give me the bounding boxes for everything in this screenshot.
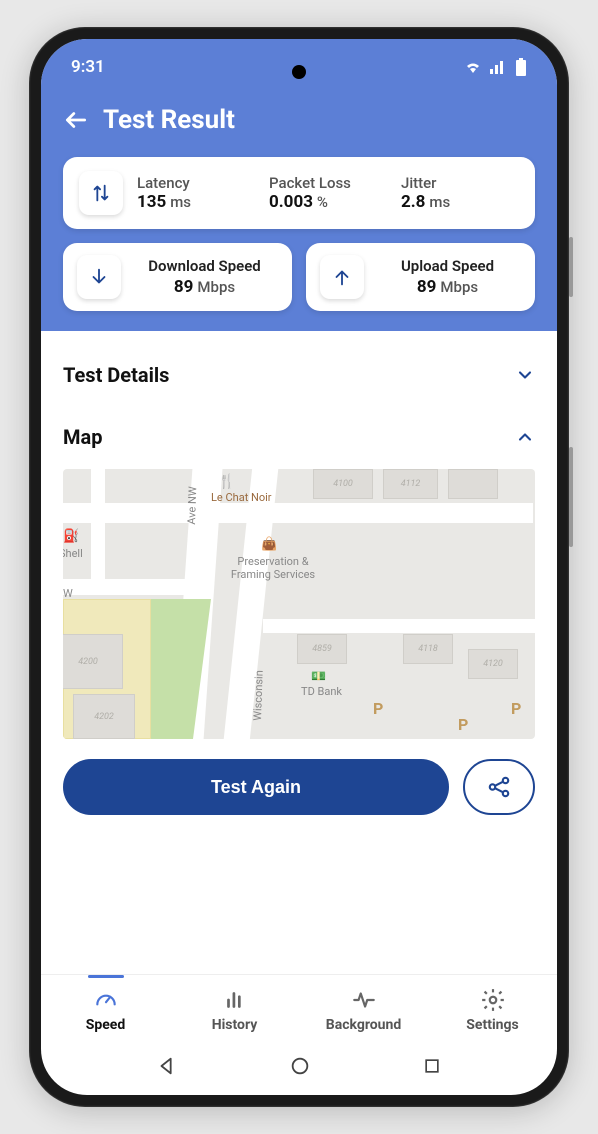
map-view[interactable]: 4200 4202 4100 4112 4859 4118 4120 Ave N… — [63, 469, 535, 739]
nav-speed[interactable]: Speed — [41, 981, 170, 1039]
map-road-label: Wisconsin — [251, 670, 266, 721]
nav-settings[interactable]: Settings — [428, 981, 557, 1039]
nav-label: History — [212, 1017, 258, 1033]
nav-label: Speed — [86, 1017, 126, 1033]
battery-icon — [515, 58, 527, 76]
map-road-label: Ave NW — [185, 486, 199, 525]
nav-label: Settings — [466, 1017, 518, 1033]
download-card: Download Speed 89 Mbps — [63, 243, 292, 311]
upload-icon-box — [320, 255, 364, 299]
upload-value: 89 — [417, 277, 437, 297]
gas-icon: ⛽ — [63, 529, 79, 544]
parking-icon: P — [373, 699, 383, 718]
restaurant-icon: 🍴 — [218, 474, 235, 490]
map-poi: TD Bank — [301, 685, 342, 698]
page-title: Test Result — [103, 105, 235, 135]
share-icon — [486, 774, 512, 800]
latency-label: Latency — [137, 174, 255, 192]
bank-icon: 💵 — [311, 669, 326, 683]
upload-label: Upload Speed — [401, 257, 494, 275]
signal-icon — [489, 59, 509, 75]
chart-icon — [222, 987, 248, 1013]
jitter-label: Jitter — [401, 174, 519, 192]
parking-icon: P — [511, 699, 521, 718]
stats-card: Latency 135 ms Packet Loss 0.003 % Jitte… — [63, 157, 535, 229]
map-section[interactable]: Map — [63, 415, 535, 459]
sys-recent-icon[interactable] — [422, 1056, 442, 1076]
packetloss-value: 0.003 — [269, 192, 313, 212]
download-value: 89 — [174, 277, 194, 297]
status-bar: 9:31 — [63, 57, 535, 77]
latency-value: 135 — [137, 192, 166, 212]
bottom-nav: Speed History Background Settings — [41, 974, 557, 1041]
map-poi: Le Chat Noir — [211, 491, 272, 504]
map-poi: Preservation & Framing Services — [218, 555, 328, 581]
system-nav — [41, 1041, 557, 1095]
upload-card: Upload Speed 89 Mbps — [306, 243, 535, 311]
nav-label: Background — [326, 1017, 401, 1033]
share-button[interactable] — [463, 759, 535, 815]
packetloss-label: Packet Loss — [269, 174, 387, 192]
activity-icon — [351, 987, 377, 1013]
download-icon — [88, 266, 110, 288]
map-poi: Shell — [63, 547, 83, 560]
chevron-up-icon — [515, 427, 535, 447]
nav-history[interactable]: History — [170, 981, 299, 1039]
speedometer-icon — [93, 987, 119, 1013]
jitter-value: 2.8 — [401, 192, 425, 212]
parking-icon: P — [458, 715, 468, 734]
test-again-button[interactable]: Test Again — [63, 759, 449, 815]
back-icon[interactable] — [63, 107, 89, 133]
nav-background[interactable]: Background — [299, 981, 428, 1039]
gear-icon — [480, 987, 506, 1013]
updown-icon — [90, 182, 112, 204]
app-header: 9:31 Test Result Latency 135 ms — [41, 39, 557, 331]
test-details-title: Test Details — [63, 363, 169, 387]
status-time: 9:31 — [71, 57, 105, 77]
sys-home-icon[interactable] — [289, 1055, 311, 1077]
wifi-icon — [463, 59, 483, 75]
chevron-down-icon — [515, 365, 535, 385]
shop-icon: 👜 — [261, 537, 277, 552]
latency-icon-box — [79, 171, 123, 215]
download-label: Download Speed — [148, 257, 261, 275]
download-icon-box — [77, 255, 121, 299]
test-details-section[interactable]: Test Details — [63, 353, 535, 397]
upload-icon — [331, 266, 353, 288]
sys-back-icon[interactable] — [156, 1055, 178, 1077]
map-title: Map — [63, 425, 102, 449]
